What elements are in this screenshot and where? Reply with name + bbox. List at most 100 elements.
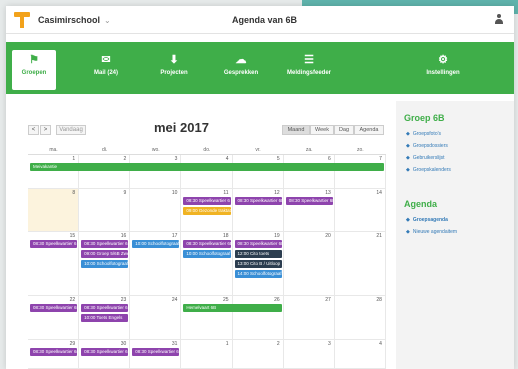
day-number: 1 [225, 341, 229, 347]
calendar-event[interactable]: 08:30 Speelkwartier 6B [285, 197, 333, 205]
nav-item-3[interactable]: ☁ Gesprekken [211, 42, 271, 94]
day-number: 7 [379, 156, 382, 162]
sidebar-link[interactable]: ◆ Groepsdossiers [406, 143, 448, 149]
day-cell[interactable]: 13 [283, 189, 335, 232]
view-2-button[interactable]: Dag [334, 125, 354, 135]
top-bar: Casimirschool ⌄ Agenda van 6B [6, 6, 514, 34]
day-cell[interactable]: 26 [232, 296, 284, 340]
day-cell[interactable]: 24 [130, 296, 182, 340]
day-cell[interactable]: 2 [79, 155, 131, 189]
view-0-button[interactable]: Maand [282, 125, 310, 135]
chat-icon: ☁ [235, 54, 247, 66]
day-cell[interactable]: 12 [232, 189, 284, 232]
school-logo-icon[interactable] [14, 12, 30, 28]
calendar-event[interactable]: Meivakantie [30, 163, 384, 171]
sidebar-agenda-title: Agenda [404, 199, 438, 209]
link-bullet-icon: ◆ [406, 131, 410, 137]
calendar-event[interactable]: 08:30 Speelkwartier 6 [30, 240, 78, 248]
day-number: 18 [222, 233, 229, 239]
sidebar-link[interactable]: ◆ Gebruikerslijst [406, 155, 445, 161]
calendar-month-title: mei 2017 [154, 120, 209, 135]
day-number: 6 [328, 156, 331, 162]
day-number: 26 [274, 297, 280, 303]
day-cell[interactable]: 8 [28, 189, 80, 232]
nav-label: Meldingsfeeder [286, 70, 331, 76]
day-number: 28 [376, 297, 382, 303]
day-cell[interactable]: 1 [28, 155, 80, 189]
calendar-event[interactable]: 08:30 Speelkwartier 6m [132, 348, 180, 356]
day-number: 27 [325, 297, 331, 303]
envelope-icon: ✉ [101, 54, 111, 66]
sidebar-link-label: Nieuwe agendaitem [412, 229, 458, 235]
calendar-event[interactable]: 08:30 Speelkwartier 6B [183, 240, 231, 248]
day-number: 15 [69, 233, 76, 239]
sidebar-link[interactable]: ◆ Groepskalenders [406, 167, 451, 173]
calendar-event[interactable]: 09:00 Gezonde traktatie [183, 207, 231, 215]
day-cell[interactable]: 9 [79, 189, 131, 232]
weekday-label: di. [101, 147, 108, 153]
day-cell[interactable]: 25 [181, 296, 233, 340]
day-cell[interactable]: 6 [283, 155, 335, 189]
nav-item-0[interactable]: ⚑ Groepen [12, 50, 56, 90]
calendar-event[interactable]: 13:00 Cito B / Uitloop [234, 260, 282, 268]
sidebar-link[interactable]: ◆ Groepsagenda [406, 217, 448, 223]
day-number: 25 [222, 297, 229, 303]
calendar-event[interactable]: 14:00 Schoolfotograaf [234, 270, 282, 278]
gear-icon: ⚙ [438, 54, 448, 66]
calendar-event[interactable]: 12:00 Cito toets [234, 250, 282, 258]
nav-label: Instellingen [426, 70, 460, 76]
day-cell[interactable]: 4 [181, 155, 233, 189]
day-cell[interactable]: 3 [283, 340, 335, 369]
calendar-event[interactable]: 08:30 Speelkwartier 6 [81, 304, 129, 312]
calendar-event[interactable]: 08:30 Speelkwartier 6 Th [81, 348, 129, 356]
day-cell[interactable]: 2 [232, 340, 284, 369]
day-cell[interactable]: 1 [181, 340, 233, 369]
day-cell[interactable]: 21 [334, 232, 386, 296]
nav-label: Groepen [21, 70, 47, 76]
day-cell[interactable]: 27 [283, 296, 335, 340]
day-cell[interactable]: 28 [334, 296, 386, 340]
user-icon[interactable] [494, 14, 504, 25]
calendar-event[interactable]: 08:30 Speelkwartier 6B [234, 240, 282, 248]
day-cell[interactable]: 14 [334, 189, 386, 232]
day-number: 2 [123, 156, 127, 162]
calendar-event[interactable]: 08:30 Speelkwartier 6 [183, 197, 231, 205]
sidebar-link[interactable]: ◆ Groepsfoto's [406, 131, 441, 137]
day-number: 5 [276, 156, 280, 162]
calendar-event[interactable]: 08:30 Speelkwartier 6m [30, 348, 78, 356]
sidebar-link[interactable]: ◆ Nieuwe agendaitem [406, 229, 457, 235]
nav-item-4[interactable]: ☰ Meldingsfeeder [279, 42, 339, 94]
weekday-header: ma. di. wo. do. vr. za. zo. [28, 145, 386, 155]
calendar-event[interactable]: Hemelvaart 6B [183, 304, 282, 312]
prev-month-button[interactable]: < [28, 125, 39, 135]
calendar-event[interactable]: 09:00 Groep 5/6B Zwemmen [81, 250, 129, 258]
day-number: 31 [171, 341, 178, 347]
calendar-event[interactable]: 10:00 Schoolfotograaf [81, 260, 129, 268]
calendar-event[interactable]: 08:30 Speelkwartier 6B [30, 304, 78, 312]
next-month-button[interactable]: > [40, 125, 51, 135]
day-cell[interactable]: 20 [283, 232, 335, 296]
day-cell[interactable]: 22 [28, 296, 80, 340]
nav-item-1[interactable]: ✉ Mail (24) [76, 42, 136, 94]
calendar-event[interactable]: 08:30 Speelkwartier 6B [234, 197, 282, 205]
day-cell[interactable]: 10 [130, 189, 182, 232]
day-cell[interactable]: 5 [232, 155, 284, 189]
day-cell[interactable]: 3 [130, 155, 182, 189]
view-1-button[interactable]: Week [310, 125, 334, 135]
calendar-event[interactable]: 10:00 Toets Engels [81, 314, 129, 322]
nav-item-2[interactable]: ⬇ Projecten [144, 42, 204, 94]
calendar-event[interactable]: 10:00 Schoolfotograaf [132, 240, 180, 248]
calendar-event[interactable]: 10:00 Schoolfotograaf [183, 250, 231, 258]
nav-item-5[interactable]: ⚙ Instellingen [406, 42, 480, 94]
calendar-event[interactable]: 08:30 Speelkwartier 6 [81, 240, 129, 248]
today-button[interactable]: Vandaag [56, 125, 86, 135]
day-number: 8 [72, 190, 76, 196]
weekday-label: wo. [151, 147, 160, 153]
day-number: 3 [328, 341, 331, 347]
day-cell[interactable]: 4 [334, 340, 386, 369]
day-number: 10 [171, 190, 178, 196]
day-cell[interactable]: 7 [334, 155, 386, 189]
view-3-button[interactable]: Agenda [354, 125, 384, 135]
weekday-label: zo. [356, 147, 364, 153]
school-switcher[interactable]: Casimirschool ⌄ [38, 15, 111, 25]
